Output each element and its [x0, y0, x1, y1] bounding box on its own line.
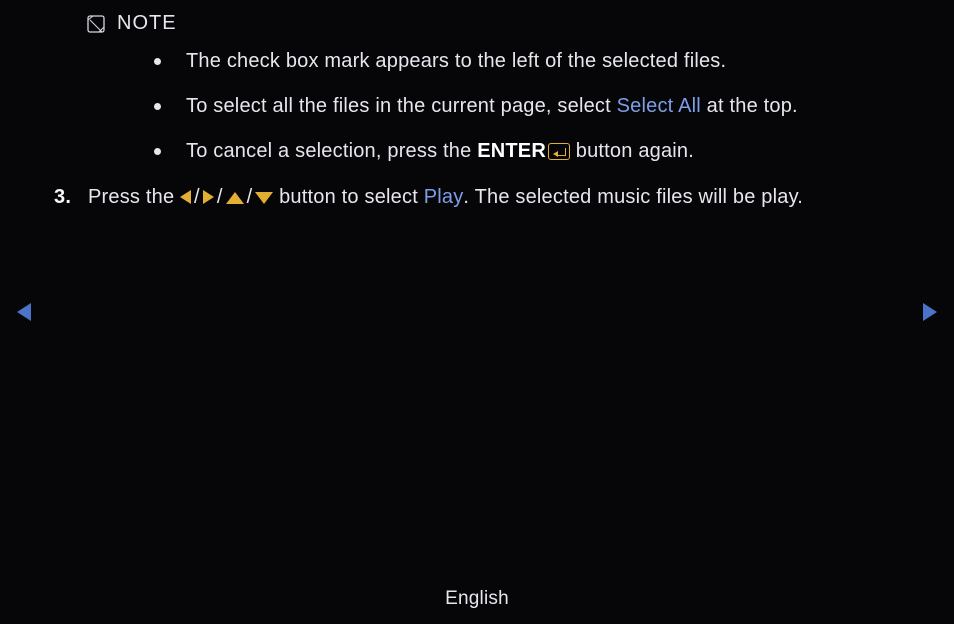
manual-page-content: NOTE The check box mark appears to the l…	[54, 12, 900, 213]
left-arrow-icon	[180, 190, 191, 204]
step-text-pre: Press the	[88, 186, 180, 208]
note-icon	[87, 15, 105, 33]
step-text-mid: button to select	[273, 186, 423, 208]
up-arrow-icon	[226, 192, 244, 204]
note-header: NOTE	[87, 12, 900, 35]
next-page-arrow[interactable]	[923, 303, 937, 321]
down-arrow-icon	[255, 192, 273, 204]
separator: /	[214, 182, 226, 213]
step-3: 3. Press the / / / button to select Play…	[54, 182, 864, 213]
step-text-post: . The selected music files will be play.	[463, 186, 803, 208]
right-arrow-icon	[203, 190, 214, 204]
enter-button-icon	[548, 143, 570, 160]
prev-page-arrow[interactable]	[17, 303, 31, 321]
bullet-text: The check box mark appears to the left o…	[186, 50, 726, 72]
bullet-text-post: at the top.	[701, 95, 798, 117]
list-item: To select all the files in the current p…	[154, 92, 900, 121]
bullet-text-post: button again.	[570, 140, 694, 162]
play-term: Play	[424, 186, 464, 208]
note-bullet-list: The check box mark appears to the left o…	[154, 47, 900, 166]
list-item: The check box mark appears to the left o…	[154, 47, 900, 76]
select-all-term: Select All	[617, 95, 701, 117]
bullet-text-pre: To cancel a selection, press the	[186, 140, 477, 162]
note-label: NOTE	[117, 12, 177, 35]
language-footer: English	[0, 588, 954, 610]
list-item: To cancel a selection, press the ENTER b…	[154, 137, 900, 166]
enter-term: ENTER	[477, 140, 546, 162]
separator: /	[244, 182, 256, 213]
bullet-text-pre: To select all the files in the current p…	[186, 95, 617, 117]
separator: /	[191, 182, 203, 213]
step-number: 3.	[54, 182, 71, 213]
